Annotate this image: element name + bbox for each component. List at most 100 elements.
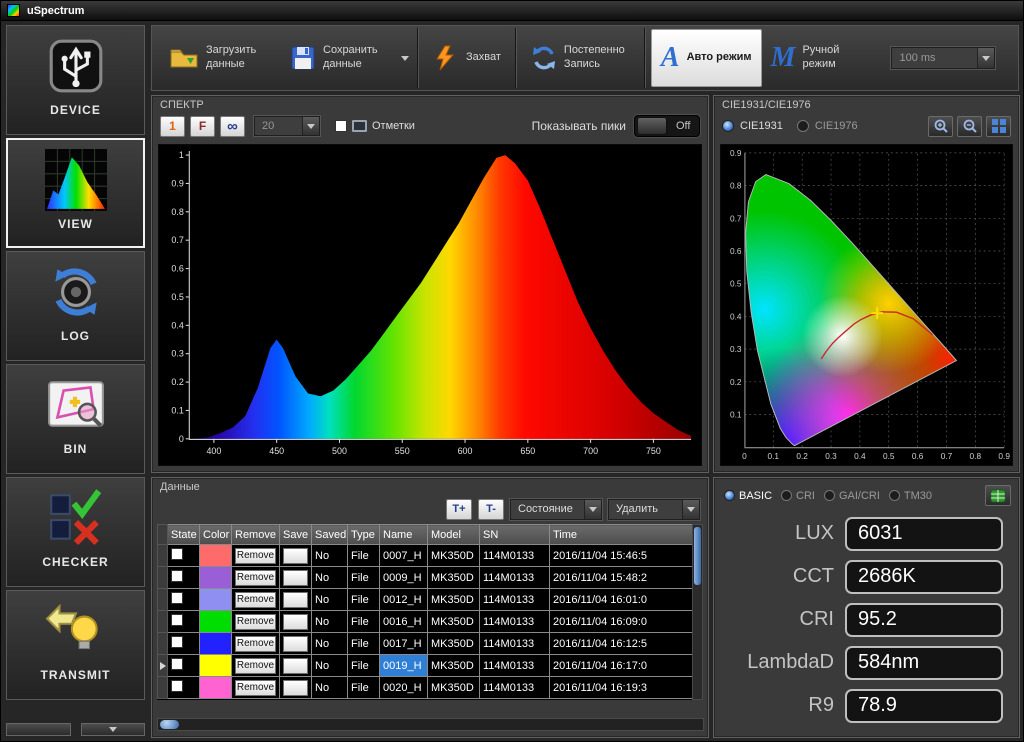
svg-text:0.8: 0.8 <box>730 181 742 191</box>
cct-label: CCT <box>792 565 834 587</box>
show-peaks-toggle[interactable]: Off <box>634 115 700 137</box>
table-row[interactable]: Remove No File 0017_H MK350D 114M0133 20… <box>157 632 693 655</box>
zoom-in-button[interactable] <box>928 115 953 137</box>
color-swatch[interactable] <box>199 632 232 655</box>
remove-button[interactable]: Remove <box>235 657 276 674</box>
sidebar-item-checker[interactable]: CHECKER <box>6 477 145 587</box>
infinity-button[interactable]: ∞ <box>220 115 245 137</box>
remove-button[interactable]: Remove <box>235 591 276 608</box>
cct-value: 2686K <box>845 559 1003 594</box>
save-row-button[interactable] <box>283 591 308 608</box>
row-checkbox[interactable] <box>171 548 183 560</box>
sidebar-item-bin[interactable]: BIN <box>6 364 145 474</box>
tab-cri[interactable]: CRI <box>781 490 815 502</box>
table-horizontal-scrollbar[interactable] <box>157 718 704 731</box>
interval-dropdown[interactable]: 100 ms <box>891 47 996 69</box>
datasheet-button[interactable] <box>985 485 1011 506</box>
sidebar-splitter-button-left[interactable] <box>6 723 71 736</box>
sidebar-item-log[interactable]: LOG <box>6 251 145 361</box>
tab-basic[interactable]: BASIC <box>724 490 772 502</box>
row-checkbox[interactable] <box>171 570 183 582</box>
name-cell[interactable]: 0009_H <box>379 566 428 589</box>
sidebar-item-transmit[interactable]: TRANSMIT <box>6 590 145 700</box>
fullscale-button[interactable]: F <box>190 115 215 137</box>
lambdad-label: LambdaD <box>747 651 834 673</box>
row-checkbox[interactable] <box>171 680 183 692</box>
hscroll-thumb[interactable] <box>160 720 179 729</box>
cie1931-radio[interactable] <box>722 120 734 132</box>
row-checkbox[interactable] <box>171 614 183 626</box>
save-row-button[interactable] <box>283 657 308 674</box>
step-record-button[interactable]: Постепенно Запись <box>522 29 639 87</box>
save-row-button[interactable] <box>283 613 308 630</box>
color-swatch[interactable] <box>199 610 232 633</box>
count-dropdown[interactable]: 20 <box>254 116 320 136</box>
remove-button[interactable]: Remove <box>235 547 276 564</box>
name-cell[interactable]: 0016_H <box>379 610 428 633</box>
type-cell: File <box>347 588 380 611</box>
svg-text:0.3: 0.3 <box>730 344 742 354</box>
table-row-selected[interactable]: Remove No File 0019_H MK350D 114M0133 20… <box>157 654 693 677</box>
capture-label: Захват <box>466 51 501 64</box>
zoom-fit-button[interactable] <box>986 115 1011 137</box>
name-cell[interactable]: 0007_H <box>379 544 428 567</box>
color-swatch[interactable] <box>199 654 232 677</box>
remove-button[interactable]: Remove <box>235 569 276 586</box>
text-smaller-button[interactable]: T- <box>478 498 504 520</box>
save-options-button[interactable] <box>398 38 412 78</box>
save-data-button[interactable]: Сохранить данные <box>281 29 398 87</box>
color-swatch[interactable] <box>199 676 232 699</box>
remove-button[interactable]: Remove <box>235 635 276 652</box>
name-cell[interactable]: 0012_H <box>379 588 428 611</box>
sidebar-item-device[interactable]: DEVICE <box>6 25 145 135</box>
name-cell[interactable]: 0020_H <box>379 676 428 699</box>
tab-tm30[interactable]: TM30 <box>888 490 932 502</box>
col-save: Save <box>279 524 312 545</box>
sn-cell: 114M0133 <box>479 632 550 655</box>
auto-mode-button[interactable]: A Авто режим <box>650 29 762 87</box>
step-record-icon <box>531 45 557 71</box>
sidebar-item-view[interactable]: VIEW <box>6 138 145 248</box>
single-spectrum-button[interactable]: 1 <box>160 115 185 137</box>
name-cell[interactable]: 0017_H <box>379 632 428 655</box>
time-cell: 2016/11/04 16:09:0 <box>549 610 693 633</box>
svg-text:0.6: 0.6 <box>171 264 183 274</box>
zoom-out-button[interactable] <box>957 115 982 137</box>
delete-dropdown[interactable]: Удалить <box>608 498 700 520</box>
row-checkbox[interactable] <box>171 636 183 648</box>
color-swatch[interactable] <box>199 566 232 589</box>
table-vertical-scrollbar[interactable] <box>692 524 703 700</box>
save-row-button[interactable] <box>283 679 308 696</box>
sidebar-splitter-button-right[interactable] <box>80 723 145 736</box>
remove-button[interactable]: Remove <box>235 679 276 696</box>
capture-button[interactable]: Захват <box>424 29 510 87</box>
type-cell: File <box>347 610 380 633</box>
save-row-button[interactable] <box>283 569 308 586</box>
manual-mode-button[interactable]: M Ручной режим <box>762 29 878 87</box>
load-data-button[interactable]: Загрузить данные <box>160 29 281 87</box>
remove-button[interactable]: Remove <box>235 613 276 630</box>
vscroll-thumb[interactable] <box>694 527 701 585</box>
marks-checkbox[interactable] <box>335 120 347 132</box>
row-checkbox[interactable] <box>171 592 183 604</box>
peaks-group: Показывать пики Off <box>532 115 700 137</box>
row-checkbox[interactable] <box>171 658 183 670</box>
table-row[interactable]: Remove No File 0016_H MK350D 114M0133 20… <box>157 610 693 633</box>
name-cell-selected[interactable]: 0019_H <box>379 654 428 677</box>
save-row-button[interactable] <box>283 547 308 564</box>
table-row[interactable]: Remove No File 0012_H MK350D 114M0133 20… <box>157 588 693 611</box>
uspectrum-window: uSpectrum DEVICE VIEW LOG BIN CHECKER TR… <box>0 0 1024 742</box>
save-row-button[interactable] <box>283 635 308 652</box>
color-swatch[interactable] <box>199 588 232 611</box>
table-row[interactable]: Remove No File 0007_H MK350D 114M0133 20… <box>157 544 693 567</box>
state-dropdown[interactable]: Состояние <box>510 498 602 520</box>
usb-device-icon <box>45 35 107 97</box>
tab-gai-cri[interactable]: GAI/CRI <box>823 490 880 502</box>
table-row[interactable]: Remove No File 0009_H MK350D 114M0133 20… <box>157 566 693 589</box>
spectrum-controls: 1 F ∞ 20 Отметки Показывать пики Off <box>152 114 708 138</box>
text-larger-button[interactable]: T+ <box>446 498 472 520</box>
table-row[interactable]: Remove No File 0020_H MK350D 114M0133 20… <box>157 676 693 699</box>
color-swatch[interactable] <box>199 544 232 567</box>
cie1976-radio[interactable] <box>796 120 809 132</box>
step-record-label: Постепенно Запись <box>563 44 625 70</box>
